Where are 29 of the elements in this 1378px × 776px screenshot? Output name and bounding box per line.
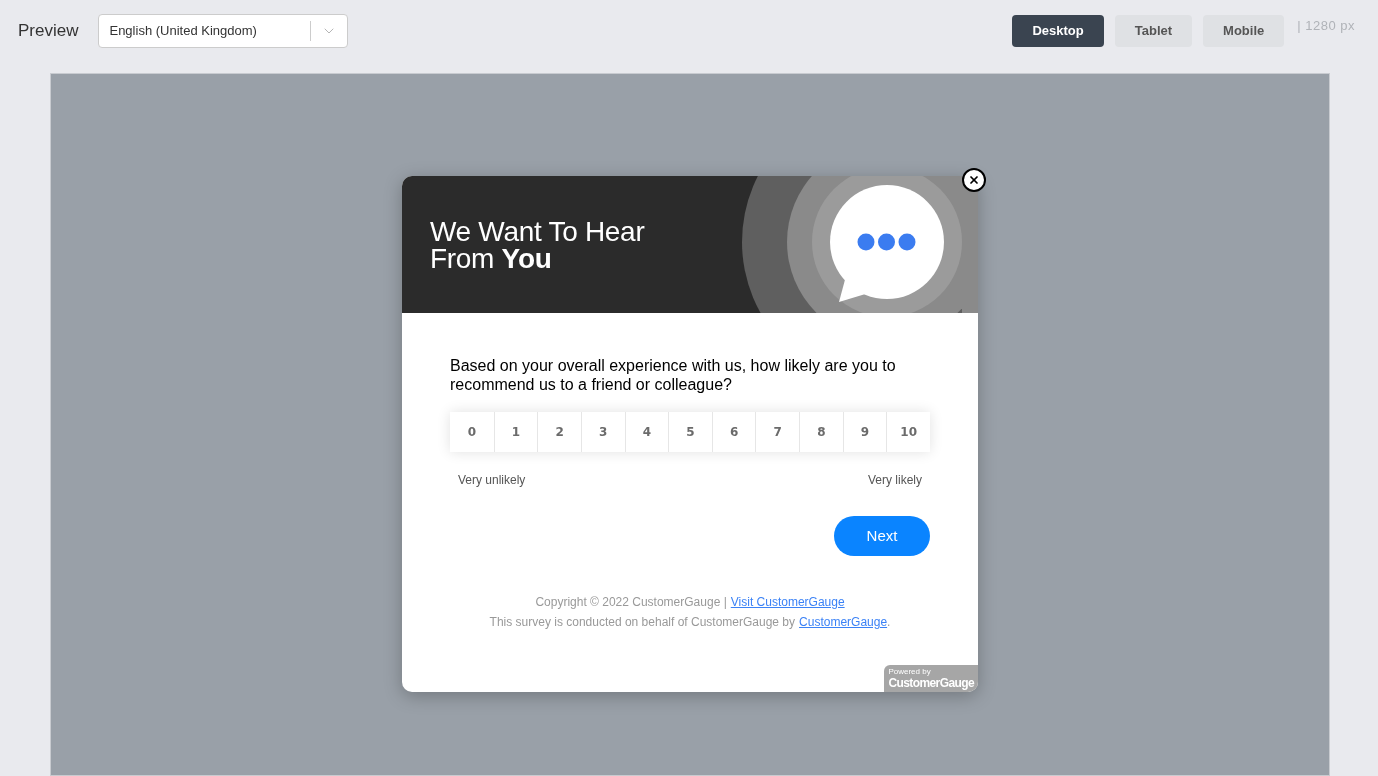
- powered-by-text: Powered by: [888, 668, 932, 676]
- score-option[interactable]: 7: [755, 412, 800, 452]
- copyright-text: Copyright © 2022 CustomerGauge | Visit CustomerGauge: [535, 594, 845, 611]
- score-option[interactable]: 5: [668, 412, 712, 452]
- next-button[interactable]: Next: [834, 516, 930, 556]
- score-option[interactable]: 8: [799, 412, 843, 452]
- score-option[interactable]: 2: [537, 412, 581, 452]
- score-option[interactable]: 1: [493, 412, 538, 452]
- language-select[interactable]: English (United Kingdom): [98, 14, 349, 48]
- score-option[interactable]: 0: [450, 412, 494, 452]
- score-option[interactable]: 6: [711, 412, 756, 452]
- device-tab[interactable]: Desktop: [1012, 15, 1104, 47]
- high-label: Very likely: [867, 472, 922, 488]
- brand-logo-text: CustomerGauge: [888, 676, 974, 690]
- close-button[interactable]: [962, 168, 986, 192]
- device-tab[interactable]: Tablet: [1114, 15, 1193, 47]
- score-option[interactable]: 3: [580, 412, 625, 452]
- width-readout: | 1280 px: [1297, 17, 1355, 36]
- page-title: Preview: [18, 20, 79, 43]
- disclaimer-text: This survey is conducted on behalf of CustomerGauge by CustomerGauge.: [489, 614, 891, 631]
- device-tab[interactable]: Mobile: [1203, 15, 1285, 47]
- score-option[interactable]: 9: [842, 412, 887, 452]
- score-option[interactable]: 4: [624, 412, 669, 452]
- header-title: We Want To Hear From You: [430, 217, 646, 272]
- visit-link[interactable]: Visit CustomerGauge: [730, 595, 845, 609]
- score-option[interactable]: 10: [886, 412, 930, 452]
- close-icon: [968, 174, 980, 186]
- question-text: Based on your overall experience with us, how likely are you to recommend us to a friend or colleague?: [450, 356, 897, 394]
- low-label: Very unlikely: [458, 472, 526, 488]
